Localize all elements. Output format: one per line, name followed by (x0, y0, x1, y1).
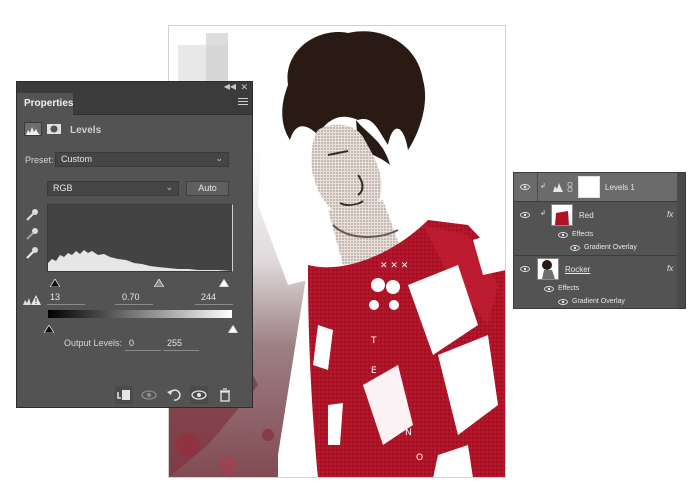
layer-name-red[interactable]: Red (579, 211, 594, 220)
layers-panel: ↲ Levels 1 ↲ Red fx Effects Gradient Ove… (513, 172, 686, 309)
layer-effects-red[interactable]: Effects (514, 229, 685, 242)
eyedropper-gray-icon[interactable] (25, 227, 39, 241)
output-white-slider[interactable] (227, 320, 239, 338)
output-gradient (48, 310, 232, 318)
preset-select[interactable]: Custom ⌄ (55, 152, 229, 167)
eye-icon[interactable] (570, 245, 580, 251)
eyedropper-white-icon[interactable] (25, 246, 39, 260)
layer-mask-thumbnail[interactable] (578, 176, 600, 198)
effect-name: Gradient Overlay (572, 298, 625, 305)
effects-label: Effects (572, 231, 594, 238)
clip-indicator-icon: ↲ (540, 210, 546, 217)
input-gamma-slider[interactable] (153, 274, 165, 292)
input-black-value[interactable]: 13 (50, 292, 60, 302)
layer-row-red[interactable]: ↲ Red fx (514, 202, 685, 227)
preset-value: Custom (61, 154, 93, 164)
svg-text:E: E (371, 366, 377, 376)
properties-toolbar (17, 383, 252, 407)
row-divider (537, 173, 538, 201)
layer-thumbnail-red[interactable] (551, 204, 573, 226)
layer-effect-gradient-red[interactable]: Gradient Overlay (514, 242, 685, 255)
chevron-down-icon: ⌄ (165, 182, 173, 192)
output-levels-label: Output Levels: (64, 338, 123, 348)
visibility-icon[interactable] (190, 386, 208, 404)
input-white-underline (195, 304, 233, 305)
effect-name: Gradient Overlay (584, 244, 637, 251)
levels-adjustment-icon (553, 183, 563, 192)
panel-tabbar: Properties (17, 93, 252, 115)
trash-icon[interactable] (216, 386, 234, 404)
fx-icon[interactable]: fx (667, 210, 673, 219)
output-black-underline (125, 350, 161, 351)
fx-icon[interactable]: fx (667, 264, 673, 273)
channel-value: RGB (53, 183, 73, 193)
workspace: ✕ ✕ ✕ T E N O ◀◀ ✕ Properties Levels Pre… (0, 0, 700, 486)
panel-menu-icon[interactable] (238, 98, 248, 108)
input-white-value[interactable]: 244 (201, 292, 216, 302)
svg-text:O: O (416, 453, 423, 463)
eye-icon[interactable] (544, 286, 554, 292)
panel-titlebar[interactable]: ◀◀ ✕ (17, 82, 252, 93)
output-black-slider[interactable] (43, 320, 55, 338)
layer-row-rocker[interactable]: Rocker fx (514, 256, 685, 281)
input-gamma-value[interactable]: 0.70 (122, 292, 140, 302)
svg-text:T: T (370, 336, 377, 346)
layer-row-levels[interactable]: ↲ Levels 1 (514, 173, 685, 201)
chevron-down-icon: ⌄ (215, 153, 223, 163)
layer-effect-gradient-rocker[interactable]: Gradient Overlay (514, 296, 685, 309)
layer-thumbnail-rocker[interactable] (537, 258, 559, 280)
mask-icon[interactable] (45, 122, 63, 136)
adjustment-title: Levels (70, 125, 102, 136)
input-gamma-underline (115, 304, 153, 305)
input-white-slider[interactable] (218, 274, 230, 292)
auto-button[interactable]: Auto (186, 181, 229, 196)
link-icon[interactable] (567, 182, 573, 192)
eye-icon[interactable] (558, 232, 568, 238)
view-previous-icon[interactable] (140, 386, 158, 404)
input-black-underline (47, 304, 85, 305)
channel-select[interactable]: RGB ⌄ (47, 181, 179, 196)
svg-text:N: N (405, 428, 412, 438)
properties-panel: ◀◀ ✕ Properties Levels Preset: Custom ⌄ … (16, 81, 253, 408)
preset-label: Preset: (25, 155, 54, 165)
output-white-underline (163, 350, 199, 351)
clip-to-layer-icon[interactable] (115, 386, 133, 404)
eye-icon[interactable] (520, 184, 530, 190)
layer-name-levels[interactable]: Levels 1 (605, 183, 635, 192)
eye-icon[interactable] (520, 266, 530, 272)
layer-effects-rocker[interactable]: Effects (514, 283, 685, 296)
levels-icon[interactable] (24, 122, 42, 136)
tab-properties[interactable]: Properties (17, 93, 73, 115)
input-black-slider[interactable] (49, 274, 61, 292)
clip-indicator-icon: ↲ (540, 183, 546, 190)
collapse-icon[interactable]: ◀◀ (224, 82, 236, 92)
output-white-value[interactable]: 255 (167, 338, 182, 348)
warning-icon (22, 293, 42, 305)
eyedropper-black-icon[interactable] (25, 208, 39, 222)
effects-label: Effects (558, 285, 580, 292)
eye-icon[interactable] (558, 299, 568, 305)
close-icon[interactable]: ✕ (240, 82, 248, 92)
histogram (47, 204, 233, 272)
layer-name-rocker[interactable]: Rocker (565, 265, 590, 274)
output-black-value[interactable]: 0 (129, 338, 134, 348)
svg-text:✕ ✕ ✕: ✕ ✕ ✕ (380, 261, 408, 271)
eye-icon[interactable] (520, 212, 530, 218)
reset-icon[interactable] (165, 386, 183, 404)
layers-scrollbar[interactable] (677, 173, 685, 308)
